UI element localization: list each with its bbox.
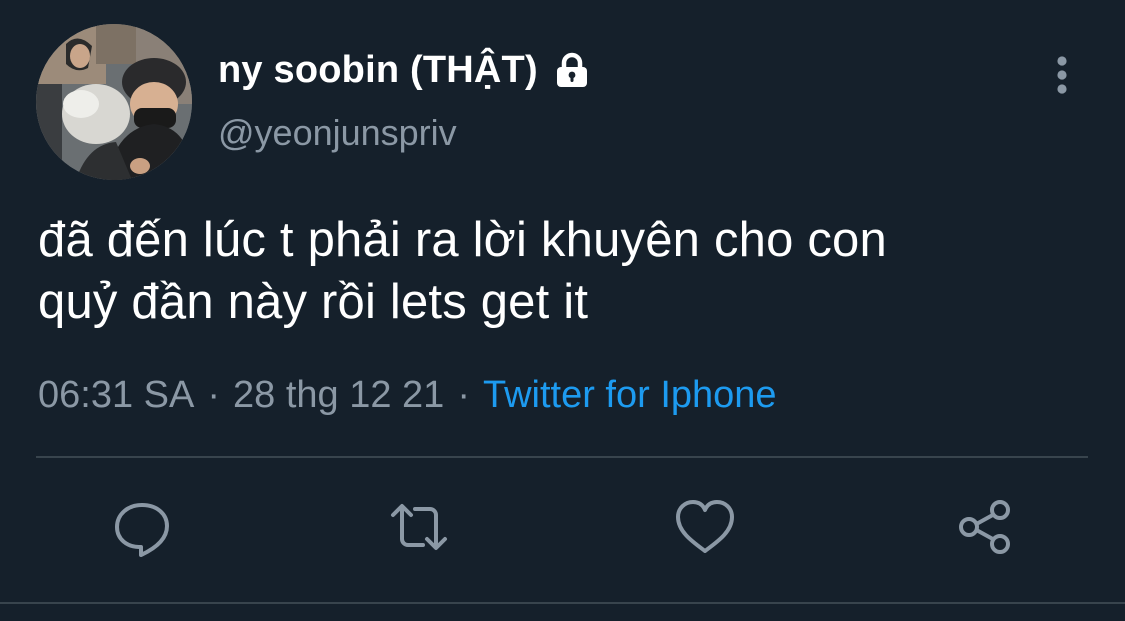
divider <box>0 602 1125 604</box>
tweet-date[interactable]: 28 thg 12 21 <box>233 374 444 417</box>
tweet-text-line: đã đến lúc t phải ra lời khuyên cho con <box>38 213 887 267</box>
meta-separator: · <box>207 374 220 416</box>
retweet-icon <box>391 504 447 550</box>
avatar-photo <box>36 24 192 180</box>
user-handle[interactable]: @yeonjunspriv <box>218 112 457 154</box>
tweet-text-line: quỷ đần này rồi lets get it <box>38 275 589 329</box>
avatar[interactable] <box>36 24 192 180</box>
user-name-row: ny soobin (THẬT) <box>218 42 592 98</box>
tweet-source-link[interactable]: Twitter for Iphone <box>483 374 777 417</box>
display-name[interactable]: ny soobin (THẬT) <box>218 49 538 92</box>
tweet-card: ny soobin (THẬT) @yeonjunspriv đã đến lú… <box>0 0 1125 621</box>
more-options-icon[interactable] <box>1046 55 1078 95</box>
tweet-time[interactable]: 06:31 SA <box>38 374 194 417</box>
tweet-meta: 06:31 SA · 28 thg 12 21 · Twitter for Ip… <box>38 374 777 417</box>
retweet-button[interactable] <box>387 495 451 559</box>
like-button[interactable] <box>673 495 737 559</box>
share-icon <box>959 500 1010 554</box>
action-bar <box>0 495 1125 565</box>
tweet-text: đã đến lúc t phải ra lời khuyên cho con … <box>38 209 1058 333</box>
heart-icon <box>676 500 734 553</box>
lock-icon <box>552 50 592 90</box>
meta-separator: · <box>457 374 470 416</box>
share-button[interactable] <box>953 495 1017 559</box>
divider <box>36 456 1088 458</box>
reply-icon <box>115 503 169 557</box>
reply-button[interactable] <box>110 495 174 559</box>
